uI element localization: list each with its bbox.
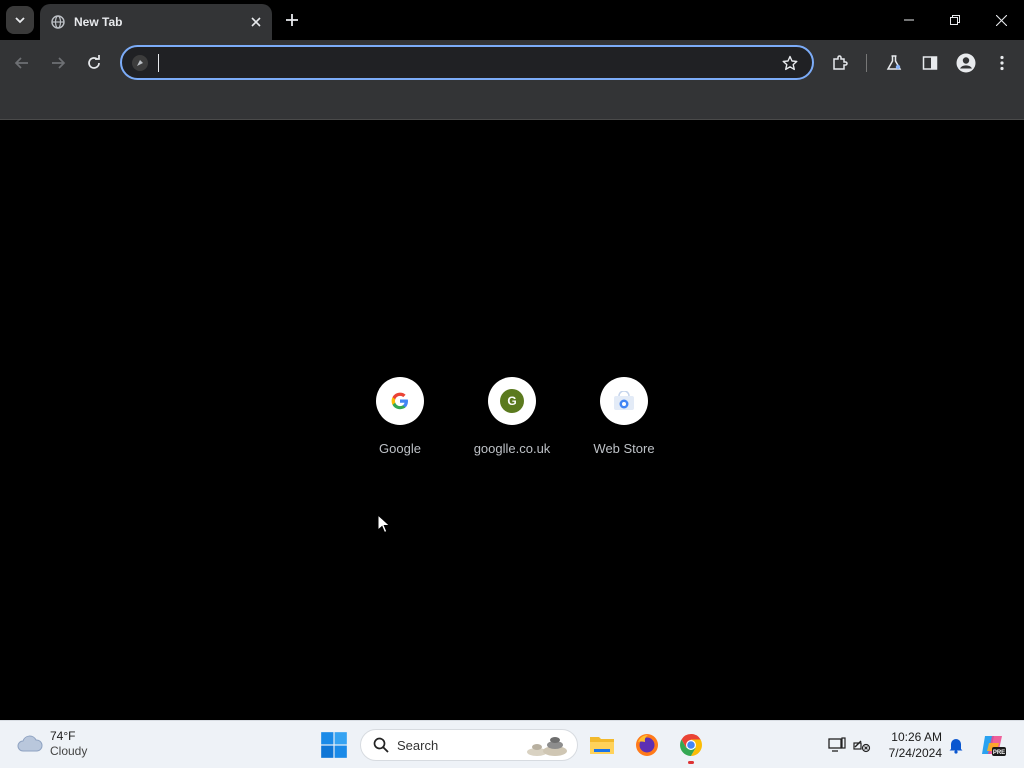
more-vertical-icon <box>1000 55 1004 71</box>
avatar-icon <box>956 53 976 73</box>
restore-icon <box>950 15 960 25</box>
chevron-down-icon <box>15 17 25 24</box>
clock-time: 10:26 AM <box>891 730 942 744</box>
plus-icon <box>286 14 298 26</box>
letter-g-icon: G <box>500 389 524 413</box>
address-bar[interactable] <box>120 45 814 80</box>
shortcut-label: Web Store <box>593 441 655 456</box>
taskbar-clock[interactable]: 10:26 AM 7/24/2024 <box>880 729 942 761</box>
minimize-icon <box>904 19 914 21</box>
close-window-button[interactable] <box>978 0 1024 40</box>
folder-icon <box>590 737 614 754</box>
address-input[interactable] <box>156 51 756 74</box>
toolbar-divider <box>866 54 867 72</box>
windows-start-icon[interactable] <box>320 731 348 759</box>
browser-window: New Tab Google G googlle.co.uk Web Store… <box>0 0 1024 768</box>
text-caret <box>158 54 159 72</box>
tray-display-icon[interactable] <box>827 735 847 755</box>
reload-icon <box>88 55 100 69</box>
new-tab-button[interactable] <box>280 8 304 32</box>
new-tab-page: Google G googlle.co.uk Web Store <box>0 121 1024 720</box>
close-icon <box>995 14 1007 26</box>
globe-icon <box>50 14 66 30</box>
labs-button[interactable] <box>880 49 908 77</box>
taskbar: 74°F Cloudy Search 10:26 AM 7/24/2024 PR… <box>0 720 1024 768</box>
tray-network-icon[interactable] <box>852 735 872 755</box>
chrome-icon <box>680 734 702 756</box>
mouse-cursor-icon <box>377 514 391 534</box>
copilot-button[interactable]: PRE <box>980 732 1006 758</box>
bookmark-star-button[interactable] <box>780 53 800 73</box>
close-icon <box>251 17 261 27</box>
firefox-icon <box>636 734 658 756</box>
taskbar-search[interactable]: Search <box>360 729 578 761</box>
weather-desc: Cloudy <box>50 744 88 758</box>
flask-icon <box>886 55 902 70</box>
forward-button[interactable] <box>44 49 72 77</box>
firefox-app[interactable] <box>631 729 663 761</box>
star-icon <box>782 55 798 71</box>
shortcut-tile[interactable]: Google <box>344 377 456 467</box>
letter-g-text: G <box>507 394 517 408</box>
search-icon <box>373 737 389 753</box>
weather-text: 74°F Cloudy <box>50 729 87 759</box>
close-tab-button[interactable] <box>246 12 266 32</box>
puzzle-icon <box>833 55 848 70</box>
web-store-icon <box>614 391 634 410</box>
tab-search-button[interactable] <box>6 6 34 34</box>
tab-strip: New Tab <box>0 0 1024 40</box>
back-arrow-icon <box>14 57 28 69</box>
copilot-icon: PRE <box>982 736 1006 756</box>
menu-button[interactable] <box>988 49 1016 77</box>
google-g-icon <box>391 392 408 410</box>
bell-icon <box>949 739 963 754</box>
shortcut-tile[interactable]: G googlle.co.uk <box>456 377 568 467</box>
notifications-button[interactable] <box>946 735 966 755</box>
restore-button[interactable] <box>932 0 978 40</box>
shortcut-icon-circle: G <box>488 377 536 425</box>
monitor-icon <box>828 737 846 752</box>
search-engine-icon <box>132 55 148 71</box>
search-label: Search <box>397 737 439 753</box>
network-disconnected-icon <box>853 740 871 753</box>
extensions-button[interactable] <box>826 49 854 77</box>
clock-date: 7/24/2024 <box>888 746 942 760</box>
shortcut-icon-circle <box>600 377 648 425</box>
reload-button[interactable] <box>80 49 108 77</box>
active-app-indicator <box>688 761 694 764</box>
bookmarks-bar <box>0 86 1024 120</box>
shortcut-label: Google <box>379 441 421 456</box>
chrome-app[interactable] <box>675 729 707 761</box>
weather-widget[interactable]: 74°F Cloudy <box>16 729 87 759</box>
side-panel-button[interactable] <box>916 49 944 77</box>
side-panel-icon <box>922 56 938 70</box>
profile-button[interactable] <box>952 49 980 77</box>
weather-temp: 74°F <box>50 729 76 743</box>
search-highlight-icon <box>527 737 567 756</box>
tab-title: New Tab <box>74 15 123 29</box>
file-explorer-app[interactable] <box>586 729 618 761</box>
svg-text:PRE: PRE <box>993 750 1005 756</box>
back-button[interactable] <box>8 49 36 77</box>
minimize-button[interactable] <box>886 0 932 40</box>
shortcut-label: googlle.co.uk <box>473 441 551 456</box>
cloud-icon <box>17 735 43 752</box>
toolbar <box>0 40 1024 86</box>
forward-arrow-icon <box>52 57 66 69</box>
shortcut-icon-circle <box>376 377 424 425</box>
tab-new-tab[interactable]: New Tab <box>40 4 272 40</box>
shortcut-tile[interactable]: Web Store <box>568 377 680 467</box>
